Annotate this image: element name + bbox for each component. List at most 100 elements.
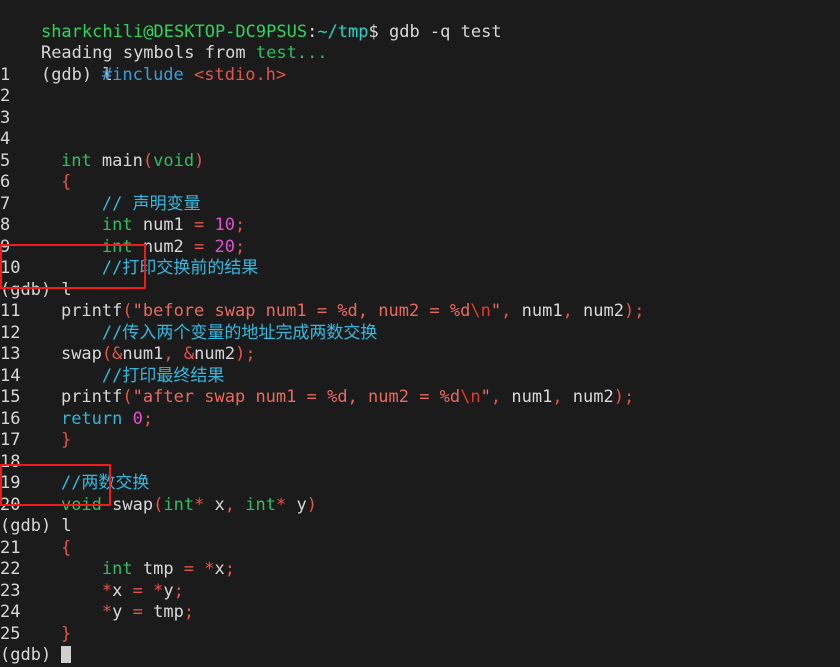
code-line-number: 15 xyxy=(0,387,21,407)
code-token: = xyxy=(194,215,205,235)
code-line-content: int tmp = *x; xyxy=(20,559,235,579)
code-token: x xyxy=(204,494,225,515)
code-token: = xyxy=(183,559,195,579)
code-line: 15 printf("after swap num1 = %d, num2 = … xyxy=(0,387,840,409)
code-token: printf xyxy=(60,301,123,321)
code-token: //两数交换 xyxy=(60,473,150,493)
code-token: y xyxy=(112,602,133,622)
code-token: main xyxy=(91,150,143,171)
code-line: 5 int main(void) xyxy=(0,151,840,173)
code-token: * xyxy=(204,559,215,579)
code-token: "after swap num1 = %d, num2 = %d xyxy=(132,387,461,407)
code-token: ; xyxy=(183,602,195,622)
code-token: * xyxy=(276,494,287,515)
code-token: , xyxy=(163,344,174,364)
code-line-content: *y = tmp; xyxy=(20,602,194,622)
gdb-command-text-3: l xyxy=(61,516,72,536)
code-line-content: *x = *y; xyxy=(20,581,184,601)
code-token: { xyxy=(60,537,72,558)
gdb-command-line-3: (gdb) l xyxy=(0,516,840,538)
code-token: return xyxy=(60,408,123,429)
code-line-number: 18 xyxy=(0,451,21,472)
code-token: x xyxy=(112,580,133,601)
code-line: 21 { xyxy=(0,538,840,560)
code-token: "before swap num1 = %d, num2 = %d xyxy=(132,301,471,321)
code-line-number: 23 xyxy=(0,580,21,601)
gdb-command-line-2: (gdb) l xyxy=(0,280,840,302)
code-line-number: 11 xyxy=(0,301,21,321)
code-token: \n xyxy=(460,387,481,407)
prompt-dollar: $ xyxy=(368,21,379,42)
code-token: \n xyxy=(470,301,491,321)
code-line-number: 9 xyxy=(0,236,11,257)
code-line-number: 10 xyxy=(0,258,21,278)
code-line: 23 *x = *y; xyxy=(0,581,840,603)
code-line-number: 22 xyxy=(0,559,21,579)
code-token: num1 xyxy=(501,387,553,407)
shell-prompt-line: sharkchili@DESKTOP-DC9PSUS:~/tmp$ gdb -q… xyxy=(0,0,840,42)
code-line-content: int main(void) xyxy=(20,151,204,171)
code-line: 10 //打印交换前的结果 xyxy=(0,258,840,280)
code-line-content: } xyxy=(20,430,71,450)
gdb-active-prompt-line[interactable]: (gdb) xyxy=(0,645,840,667)
code-line: 16 return 0; xyxy=(0,409,840,431)
code-token: ( xyxy=(101,344,113,364)
code-token: int xyxy=(101,236,133,257)
code-line: 19 //两数交换 xyxy=(0,473,840,495)
code-line-content: //打印最终结果 xyxy=(20,366,224,386)
code-line: 2 xyxy=(0,86,840,108)
code-token: <stdio.h> xyxy=(194,64,287,85)
code-token: ) xyxy=(624,301,635,321)
code-listing: 1 #include <stdio.h> 2 3 4 5 int main(void) 6… xyxy=(0,65,840,667)
code-token: , xyxy=(224,494,236,515)
code-line-number: 2 xyxy=(0,86,11,106)
code-token: ; xyxy=(224,559,236,579)
prompt-path: ~/tmp xyxy=(317,21,369,42)
code-token: ) xyxy=(194,150,205,171)
code-line: 7 // 声明变量 xyxy=(0,194,840,216)
shell-command: gdb -q test xyxy=(378,21,502,42)
code-token: * xyxy=(101,602,113,622)
code-token: #include xyxy=(101,64,184,85)
code-token: num1 xyxy=(511,301,563,321)
code-line-number: 8 xyxy=(0,215,11,235)
code-token: int xyxy=(163,494,195,515)
code-line-content: { xyxy=(20,538,71,558)
code-token: tmp xyxy=(132,559,184,579)
code-token: void xyxy=(153,150,195,171)
code-line: 12 //传入两个变量的地址完成两数交换 xyxy=(0,323,840,345)
gdb-prompt-3: (gdb) xyxy=(0,516,62,536)
code-line-content: printf("before swap num1 = %d, num2 = %d… xyxy=(20,301,645,321)
code-token: //打印最终结果 xyxy=(101,365,225,386)
code-token: int xyxy=(60,150,92,171)
code-token: , xyxy=(501,301,512,321)
code-line: 9 int num2 = 20; xyxy=(0,237,840,259)
code-token: void xyxy=(60,494,102,515)
code-token: * xyxy=(101,580,113,601)
code-token: //打印交换前的结果 xyxy=(101,258,259,278)
terminal-window[interactable]: sharkchili@DESKTOP-DC9PSUS:~/tmp$ gdb -q… xyxy=(0,0,840,665)
code-token: tmp xyxy=(142,602,184,622)
code-token: y xyxy=(163,580,174,601)
code-token: num2 xyxy=(132,236,195,257)
code-line-number: 20 xyxy=(0,494,21,515)
code-token: * xyxy=(194,494,205,515)
code-line-content: //打印交换前的结果 xyxy=(20,258,258,278)
code-token: & xyxy=(112,344,123,364)
